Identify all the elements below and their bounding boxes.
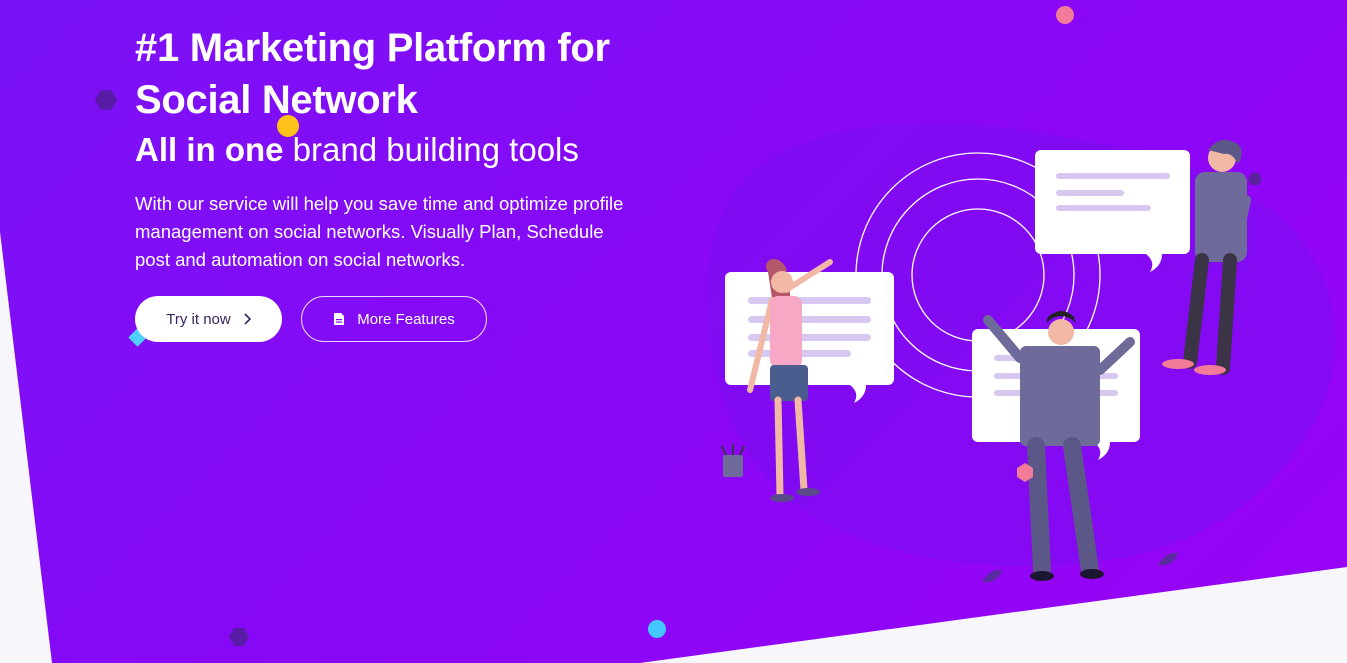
circle-decoration <box>1056 6 1074 24</box>
try-it-now-label: Try it now <box>166 310 231 328</box>
cta-buttons: Try it now More Features <box>135 296 487 342</box>
hero-content: #1 Marketing Platform for Social Network… <box>135 22 735 274</box>
leaf-decoration <box>982 569 1002 583</box>
chevron-right-icon <box>244 313 251 325</box>
subtitle-bold: All in one <box>135 131 284 168</box>
leaf-decoration <box>1158 552 1178 566</box>
hero-subtitle: All in one brand building tools <box>135 130 735 170</box>
subtitle-rest: brand building tools <box>283 131 579 168</box>
hero-description: With our service will help you save time… <box>135 193 624 270</box>
plant-pot <box>721 444 745 477</box>
hero-title: #1 Marketing Platform for Social Network <box>135 26 610 122</box>
try-it-now-button[interactable]: Try it now <box>135 296 282 342</box>
more-features-label: More Features <box>357 310 455 328</box>
circle-decoration <box>648 620 666 638</box>
chat-card-top-right <box>1035 150 1190 272</box>
document-icon <box>334 313 345 325</box>
more-features-button[interactable]: More Features <box>301 296 487 342</box>
team-illustration <box>705 122 1335 583</box>
